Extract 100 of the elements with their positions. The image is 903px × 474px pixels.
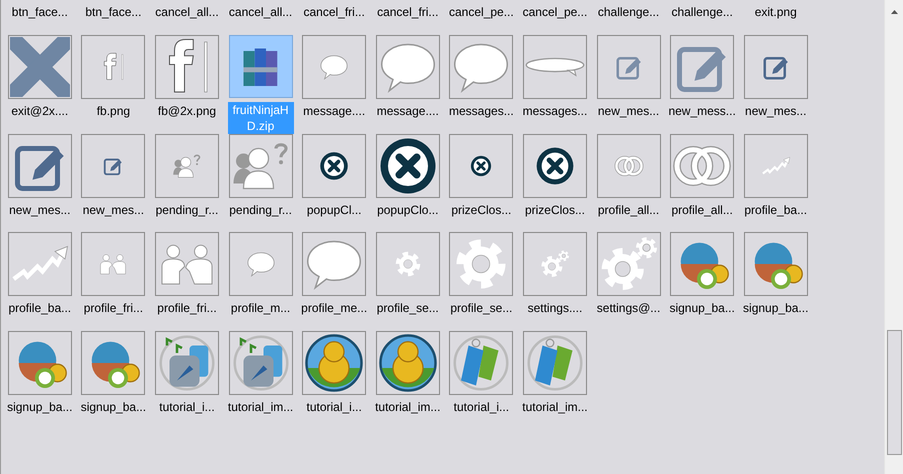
file-name: tutorial_i... [305, 398, 363, 414]
file-name: tutorial_i... [452, 398, 510, 414]
file-thumbnail[interactable] [596, 232, 661, 296]
file-name: message.... [376, 103, 440, 119]
file-name: exit@2x.... [10, 103, 70, 119]
file-thumbnail[interactable] [449, 35, 514, 99]
file-name: cancel_pe... [448, 4, 515, 20]
file-thumbnail[interactable] [8, 330, 72, 394]
file-name: fruitNinjaHD.zip [228, 102, 294, 134]
file-name: settings@... [596, 300, 662, 316]
file-thumbnail[interactable] [81, 232, 146, 296]
file-thumbnail[interactable] [376, 35, 440, 99]
file-thumbnail[interactable] [8, 35, 72, 99]
file-name: messages... [522, 103, 588, 119]
close-icon [534, 146, 575, 186]
file-name: popupCl... [306, 202, 363, 218]
file-name: new_mes... [596, 103, 660, 119]
file-thumbnail[interactable] [8, 134, 72, 198]
scrollbar-thumb[interactable] [886, 330, 902, 455]
file-name: pending_r... [154, 202, 220, 218]
file-name: signup_ba... [668, 300, 736, 316]
close-icon [319, 150, 350, 180]
file-thumbnail[interactable] [670, 134, 734, 198]
file-name: btn_face... [84, 4, 142, 20]
tag-icon [451, 332, 512, 392]
file-name: new_mes... [744, 103, 808, 119]
file-thumbnail[interactable] [522, 330, 587, 394]
file-name: popupClo... [376, 202, 440, 218]
file-thumbnail[interactable] [670, 35, 734, 99]
file-name: cancel_pe... [522, 4, 588, 20]
file-name: prizeClos... [450, 202, 512, 218]
file-name: cancel_all... [154, 4, 220, 20]
file-name: message.... [302, 103, 366, 119]
file-thumbnail[interactable] [744, 35, 808, 99]
file-thumbnail[interactable] [81, 134, 146, 198]
gears-icon [540, 249, 570, 279]
file-thumbnail[interactable] [154, 330, 219, 394]
file-name: signup_ba... [6, 398, 74, 414]
file-name: profile_all... [596, 202, 660, 218]
file-name: new_mes... [82, 202, 146, 218]
file-thumbnail[interactable] [81, 330, 146, 394]
file-name: profile_ba... [743, 202, 808, 218]
file-thumbnail[interactable] [228, 232, 293, 296]
file-thumbnail[interactable] [449, 330, 514, 394]
file-thumbnail[interactable] [154, 232, 219, 296]
file-thumbnail[interactable] [744, 232, 808, 296]
file-name: profile_ba... [7, 300, 72, 316]
file-name: challenge... [670, 4, 734, 20]
file-name: profile_se... [376, 300, 440, 316]
file-name: tutorial_im... [374, 398, 442, 414]
file-name: signup_ba... [80, 398, 148, 414]
file-thumbnail[interactable] [449, 232, 514, 296]
file-name: new_mess... [667, 103, 737, 119]
speech-bubble-icon [524, 57, 585, 77]
file-thumbnail[interactable] [302, 330, 366, 394]
file-name: settings.... [526, 300, 584, 316]
file-thumbnail[interactable] [302, 35, 366, 99]
file-name: pending_r... [228, 202, 293, 218]
file-thumbnail[interactable] [449, 134, 514, 198]
close-icon [470, 154, 492, 176]
file-thumbnail[interactable] [376, 232, 440, 296]
file-name: profile_all... [670, 202, 734, 218]
file-thumbnail[interactable] [302, 134, 366, 198]
file-thumbnail[interactable] [376, 330, 440, 394]
file-name: tutorial_i... [158, 398, 216, 414]
file-thumbnail[interactable] [522, 134, 587, 198]
file-name: profile_fri... [156, 300, 218, 316]
file-name: profile_se... [449, 300, 514, 316]
file-name: tutorial_im... [226, 398, 294, 414]
file-name: btn_face... [10, 4, 69, 20]
file-thumbnail[interactable] [744, 134, 808, 198]
tag-icon [524, 332, 585, 392]
file-thumbnail[interactable] [81, 35, 146, 99]
file-thumbnail[interactable] [8, 232, 72, 296]
file-thumbnail[interactable] [228, 35, 293, 98]
file-thumbnail[interactable] [596, 134, 661, 198]
close-icon [378, 136, 438, 196]
file-name: tutorial_im... [521, 398, 589, 414]
file-name: profile_m... [230, 300, 292, 316]
file-thumbnail[interactable] [522, 35, 587, 99]
file-name: new_mes... [8, 202, 72, 218]
file-thumbnail[interactable] [154, 134, 219, 198]
file-name: profile_me... [300, 300, 368, 316]
file-name: exit.png [754, 4, 798, 20]
file-name: cancel_fri... [376, 4, 440, 20]
file-name: fb.png [96, 103, 132, 119]
file-name: profile_fri... [82, 300, 144, 316]
file-thumbnail[interactable] [522, 232, 587, 296]
file-name: challenge... [596, 4, 660, 20]
file-thumbnail[interactable] [228, 330, 293, 394]
scrollbar[interactable] [884, 0, 903, 474]
file-name: prizeClos... [524, 202, 586, 218]
file-thumbnail[interactable] [596, 35, 661, 99]
file-thumbnail[interactable] [154, 35, 219, 99]
file-name: signup_ba... [742, 300, 810, 316]
file-thumbnail[interactable] [228, 134, 293, 198]
file-thumbnail[interactable] [302, 232, 366, 296]
file-name: cancel_all... [228, 4, 294, 20]
file-thumbnail[interactable] [376, 134, 440, 198]
file-thumbnail[interactable] [670, 232, 734, 296]
